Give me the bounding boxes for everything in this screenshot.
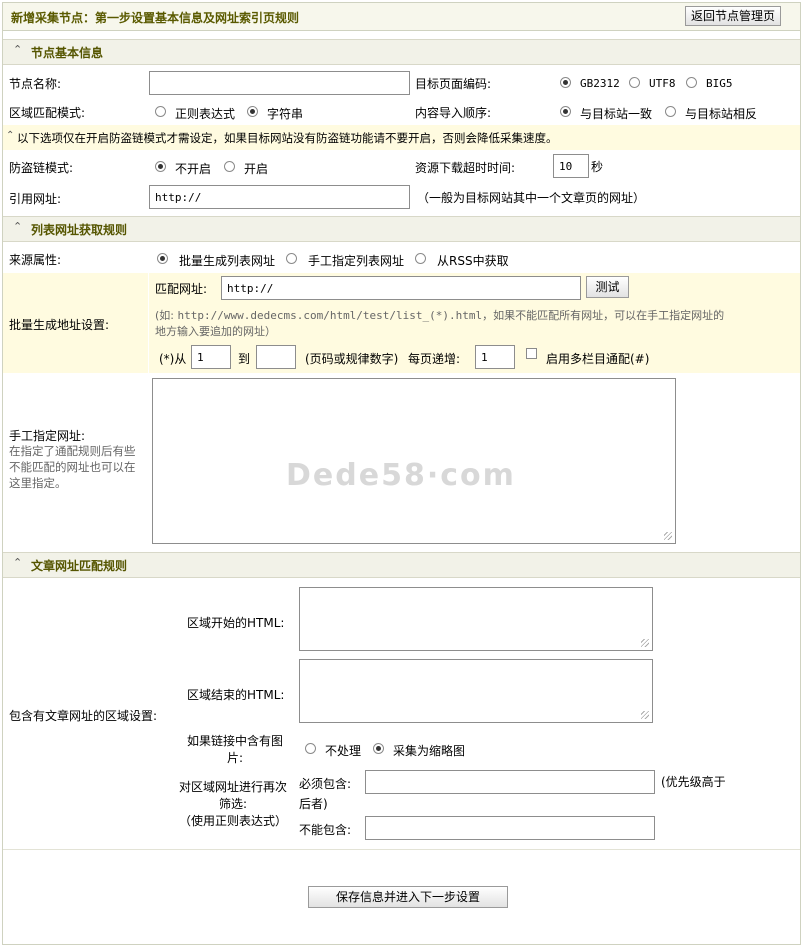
- image-radio-thumbnail[interactable]: [373, 743, 384, 754]
- match-mode-radio-string[interactable]: [247, 106, 258, 117]
- image-option-ignore: 不处理: [325, 744, 362, 758]
- anti-leech-notice: ⌃ 以下选项仅在开启防盗链模式才需设定，如果目标网站没有防盗链功能请不要开启，否…: [3, 125, 800, 150]
- encoding-option-gb2312: GB2312: [580, 77, 620, 90]
- timeout-input[interactable]: [553, 154, 589, 178]
- encoding-label: 目标页面编码:: [415, 77, 492, 91]
- page-title: 新增采集节点：第一步设置基本信息及网址索引页规则: [11, 11, 300, 25]
- collapse-chevron-icon[interactable]: ⌃: [13, 556, 22, 569]
- section-header-basic[interactable]: ⌃ 节点基本信息: [3, 39, 800, 65]
- step-input[interactable]: [475, 345, 515, 369]
- section-title-article-rules: 文章网址匹配规则: [31, 559, 128, 573]
- node-name-label: 节点名称:: [9, 77, 62, 91]
- import-order-radio-reverse[interactable]: [665, 106, 676, 117]
- timeout-label: 资源下载超时时间:: [415, 161, 516, 175]
- referer-label: 引用网址:: [9, 192, 62, 206]
- import-order-option-same: 与目标站一致: [580, 107, 653, 121]
- end-html-label: 区域结束的HTML:: [187, 688, 285, 702]
- batch-label: 批量生成地址设置:: [9, 318, 110, 332]
- match-url-label: 匹配网址:: [155, 282, 208, 296]
- form-frame: 新增采集节点：第一步设置基本信息及网址索引页规则 返回节点管理页 ⌃ 节点基本信…: [2, 2, 801, 945]
- source-option-batch: 批量生成列表网址: [179, 254, 276, 268]
- section-title-basic: 节点基本信息: [31, 46, 104, 60]
- from-input[interactable]: [191, 345, 231, 369]
- footer-divider: [3, 849, 800, 850]
- source-radio-rss[interactable]: [415, 253, 426, 264]
- referer-hint: （一般为目标网站其中一个文章页的网址）: [417, 191, 646, 205]
- manual-url-label: 手工指定网址:: [9, 429, 86, 443]
- anti-leech-option-off: 不开启: [175, 162, 212, 176]
- back-to-node-list-button[interactable]: 返回节点管理页: [685, 6, 781, 26]
- referer-input[interactable]: [149, 185, 410, 209]
- anti-leech-radio-on[interactable]: [224, 161, 235, 172]
- source-label: 来源属性:: [9, 253, 62, 267]
- article-area-label: 包含有文章网址的区域设置:: [9, 709, 158, 723]
- import-order-label: 内容导入顺序:: [415, 106, 492, 120]
- test-button[interactable]: 测试: [586, 276, 629, 298]
- image-option-thumbnail: 采集为缩略图: [393, 744, 466, 758]
- encoding-radio-utf8[interactable]: [629, 77, 640, 88]
- section-title-list-rules: 列表网址获取规则: [31, 223, 128, 237]
- watermark-logo: Dede58·com: [286, 458, 516, 493]
- collapse-chevron-icon[interactable]: ⌃: [13, 220, 22, 233]
- section-header-list-rules[interactable]: ⌃ 列表网址获取规则: [3, 216, 800, 242]
- import-order-radio-same[interactable]: [560, 106, 571, 117]
- start-html-textarea[interactable]: [299, 587, 653, 651]
- page-hint: (页码或规律数字): [305, 352, 399, 366]
- priority-hint: (优先级高于: [661, 775, 726, 789]
- match-mode-option-string: 字符串: [267, 107, 304, 121]
- not-contain-label: 不能包含:: [299, 823, 352, 837]
- step-label: 每页递增:: [408, 352, 461, 366]
- header-bar: 新增采集节点：第一步设置基本信息及网址索引页规则 返回节点管理页: [3, 3, 800, 31]
- anti-leech-option-on: 开启: [244, 162, 269, 176]
- save-and-next-button[interactable]: 保存信息并进入下一步设置: [308, 886, 508, 908]
- source-option-manual: 手工指定列表网址: [308, 254, 405, 268]
- section-header-article-rules[interactable]: ⌃ 文章网址匹配规则: [3, 552, 800, 578]
- not-contain-input[interactable]: [365, 816, 655, 840]
- anti-leech-label: 防盗链模式:: [9, 161, 74, 175]
- source-option-rss: 从RSS中获取: [437, 254, 509, 268]
- start-html-label: 区域开始的HTML:: [187, 616, 285, 630]
- image-radio-ignore[interactable]: [305, 743, 316, 754]
- must-contain-label: 必须包含:: [299, 777, 352, 791]
- match-mode-option-regex: 正则表达式: [175, 107, 236, 121]
- notice-chevron-icon: ⌃: [6, 130, 15, 141]
- batch-divider: [148, 273, 149, 373]
- match-url-input[interactable]: [221, 276, 581, 300]
- encoding-option-big5: BIG5: [706, 77, 733, 90]
- from-label: (*)从: [159, 352, 187, 366]
- encoding-radio-gb2312[interactable]: [560, 77, 571, 88]
- import-order-option-reverse: 与目标站相反: [685, 107, 758, 121]
- resize-grip-icon[interactable]: [641, 639, 649, 647]
- priority-hint-line-2: 后者): [299, 797, 328, 811]
- example-line-2: 地方输入要追加的网址）: [155, 325, 276, 338]
- example-line-1: (如: http://www.dedecms.com/html/test/lis…: [155, 309, 725, 322]
- collapse-chevron-icon[interactable]: ⌃: [13, 43, 22, 56]
- to-input[interactable]: [256, 345, 296, 369]
- encoding-option-utf8: UTF8: [649, 77, 676, 90]
- image-link-label: 如果链接中含有图 片:: [187, 734, 284, 765]
- match-mode-label: 区域匹配模式:: [9, 106, 86, 120]
- source-radio-batch[interactable]: [157, 253, 168, 264]
- encoding-radio-big5[interactable]: [686, 77, 697, 88]
- multi-column-checkbox[interactable]: [526, 348, 537, 359]
- resize-grip-icon[interactable]: [641, 711, 649, 719]
- filter-label: 对区域网址进行再次 筛选: （使用正则表达式）: [178, 780, 287, 828]
- timeout-unit: 秒: [591, 160, 604, 174]
- must-contain-input[interactable]: [365, 770, 655, 794]
- resize-grip-icon[interactable]: [664, 532, 672, 540]
- notice-text: 以下选项仅在开启防盗链模式才需设定，如果目标网站没有防盗链功能请不要开启，否则会…: [17, 131, 558, 145]
- node-name-input[interactable]: [149, 71, 410, 95]
- source-radio-manual[interactable]: [286, 253, 297, 264]
- manual-url-hint: 在指定了通配规则后有些 不能匹配的网址也可以在 这里指定。: [9, 444, 136, 490]
- anti-leech-radio-off[interactable]: [155, 161, 166, 172]
- multi-column-label: 启用多栏目通配(#): [546, 352, 650, 366]
- end-html-textarea[interactable]: [299, 659, 653, 723]
- to-label: 到: [238, 352, 251, 366]
- match-mode-radio-regex[interactable]: [155, 106, 166, 117]
